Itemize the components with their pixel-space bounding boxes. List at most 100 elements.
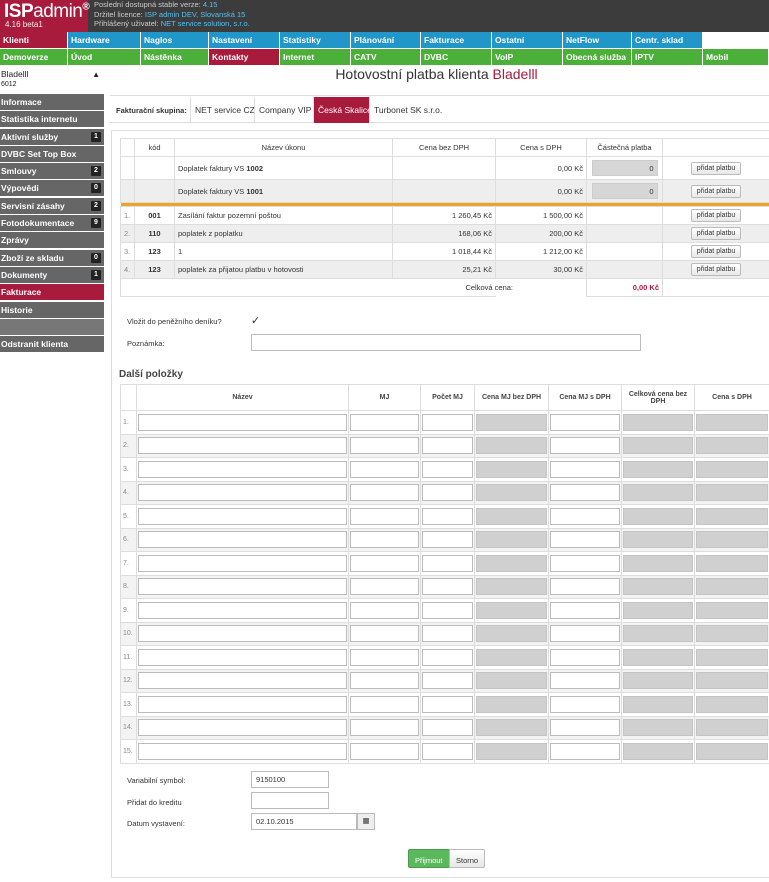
name-input[interactable] <box>138 695 347 713</box>
unit-price-vat-input[interactable] <box>550 531 620 549</box>
unit-input[interactable] <box>350 484 419 502</box>
partial-payment-input[interactable]: 0 <box>591 160 658 176</box>
billing-tab-3[interactable]: Turbonet SK s.r.o. <box>369 97 447 123</box>
menu2-item-9[interactable]: IPTV <box>632 49 702 65</box>
qty-input[interactable] <box>422 531 473 549</box>
unit-price-vat-input[interactable] <box>550 507 620 525</box>
qty-input[interactable] <box>422 672 473 690</box>
unit-price-vat-input[interactable] <box>550 413 620 431</box>
menu2-item-6[interactable]: DVBC <box>421 49 491 65</box>
unit-price-vat-input[interactable] <box>550 484 620 502</box>
unit-input[interactable] <box>350 437 419 455</box>
menu2-item-7[interactable]: VoIP <box>492 49 562 65</box>
unit-input[interactable] <box>350 672 419 690</box>
sidebar-item-11[interactable]: Fakturace <box>0 284 104 301</box>
name-input[interactable] <box>138 672 347 690</box>
billing-tab-2[interactable]: Česká Skalice <box>313 97 372 123</box>
user-icon[interactable]: ▲ <box>92 70 100 79</box>
sidebar-item-14[interactable]: Odstranit klienta <box>0 336 104 353</box>
menu1-item-7[interactable]: Ostatní <box>492 32 562 48</box>
qty-input[interactable] <box>422 742 473 760</box>
qty-input[interactable] <box>422 484 473 502</box>
menu2-item-2[interactable]: Nástěnka <box>141 49 208 65</box>
menu1-item-6[interactable]: Fakturace <box>421 32 491 48</box>
sidebar-item-2[interactable]: Aktivní služby 1 <box>0 128 104 145</box>
partial-payment-input[interactable]: 0 <box>591 183 658 199</box>
unit-input[interactable] <box>350 601 419 619</box>
name-input[interactable] <box>138 625 347 643</box>
sidebar-item-12[interactable]: Historie <box>0 301 104 318</box>
name-input[interactable] <box>138 507 347 525</box>
vs-input[interactable]: 9150100 <box>251 771 329 788</box>
sidebar-item-8[interactable]: Zprávy <box>0 232 104 249</box>
qty-input[interactable] <box>422 554 473 572</box>
name-input[interactable] <box>138 460 347 478</box>
name-input[interactable] <box>138 742 347 760</box>
sidebar-item-5[interactable]: Výpovědi 0 <box>0 180 104 197</box>
unit-price-vat-input[interactable] <box>550 742 620 760</box>
journal-checkbox[interactable]: ✓ <box>251 314 260 327</box>
unit-price-vat-input[interactable] <box>550 578 620 596</box>
unit-input[interactable] <box>350 695 419 713</box>
unit-price-vat-input[interactable] <box>550 695 620 713</box>
qty-input[interactable] <box>422 578 473 596</box>
name-input[interactable] <box>138 413 347 431</box>
unit-price-vat-input[interactable] <box>550 719 620 737</box>
sidebar-item-9[interactable]: Zboží ze skladu 0 <box>0 249 104 266</box>
add-payment-button[interactable]: přidat platbu <box>690 227 742 240</box>
billing-tab-1[interactable]: Company VIP <box>254 97 313 123</box>
date-input[interactable]: 02.10.2015 <box>251 813 357 830</box>
add-payment-button[interactable]: přidat platbu <box>690 209 742 222</box>
billing-tab-0[interactable]: NET service CZ <box>190 97 255 123</box>
app-logo[interactable]: ISPadmin® 4.16 beta1 <box>0 0 90 32</box>
menu1-item-0[interactable]: Klienti <box>0 32 67 48</box>
menu1-item-4[interactable]: Statistiky <box>280 32 350 48</box>
qty-input[interactable] <box>422 507 473 525</box>
add-payment-button[interactable]: přidat platbu <box>690 184 742 198</box>
unit-price-vat-input[interactable] <box>550 625 620 643</box>
sidebar-item-1[interactable]: Statistika internetu <box>0 111 104 128</box>
sidebar-item-0[interactable]: Informace <box>0 94 104 110</box>
menu1-item-3[interactable]: Nastavení <box>209 32 279 48</box>
add-payment-button[interactable]: přidat platbu <box>690 263 742 276</box>
unit-input[interactable] <box>350 507 419 525</box>
client-name[interactable]: Bladelll <box>1 69 28 79</box>
menu2-item-8[interactable]: Obecná služba <box>563 49 631 65</box>
menu1-item-1[interactable]: Hardware <box>68 32 140 48</box>
unit-input[interactable] <box>350 648 419 666</box>
unit-input[interactable] <box>350 719 419 737</box>
add-payment-button[interactable]: přidat platbu <box>690 161 742 175</box>
menu2-item-5[interactable]: CATV <box>351 49 420 65</box>
note-input[interactable] <box>251 334 641 351</box>
menu1-item-2[interactable]: Naglos <box>141 32 208 48</box>
sidebar-item-4[interactable]: Smlouvy 2 <box>0 163 104 180</box>
name-input[interactable] <box>138 437 347 455</box>
unit-input[interactable] <box>350 460 419 478</box>
unit-price-vat-input[interactable] <box>550 672 620 690</box>
menu2-item-10[interactable]: Mobil <box>703 49 768 65</box>
name-input[interactable] <box>138 554 347 572</box>
qty-input[interactable] <box>422 413 473 431</box>
unit-input[interactable] <box>350 625 419 643</box>
menu2-item-1[interactable]: Úvod <box>68 49 140 65</box>
unit-input[interactable] <box>350 578 419 596</box>
menu2-item-4[interactable]: Internet <box>280 49 350 65</box>
name-input[interactable] <box>138 719 347 737</box>
unit-input[interactable] <box>350 742 419 760</box>
unit-price-vat-input[interactable] <box>550 460 620 478</box>
name-input[interactable] <box>138 531 347 549</box>
qty-input[interactable] <box>422 437 473 455</box>
name-input[interactable] <box>138 648 347 666</box>
credit-input[interactable] <box>251 792 329 809</box>
name-input[interactable] <box>138 578 347 596</box>
menu1-item-5[interactable]: Plánování <box>351 32 420 48</box>
unit-price-vat-input[interactable] <box>550 601 620 619</box>
qty-input[interactable] <box>422 695 473 713</box>
calendar-icon[interactable]: ▦ <box>357 813 375 830</box>
unit-input[interactable] <box>350 413 419 431</box>
qty-input[interactable] <box>422 648 473 666</box>
qty-input[interactable] <box>422 625 473 643</box>
menu2-item-0[interactable]: Demoverze <box>0 49 67 65</box>
unit-price-vat-input[interactable] <box>550 648 620 666</box>
unit-input[interactable] <box>350 554 419 572</box>
